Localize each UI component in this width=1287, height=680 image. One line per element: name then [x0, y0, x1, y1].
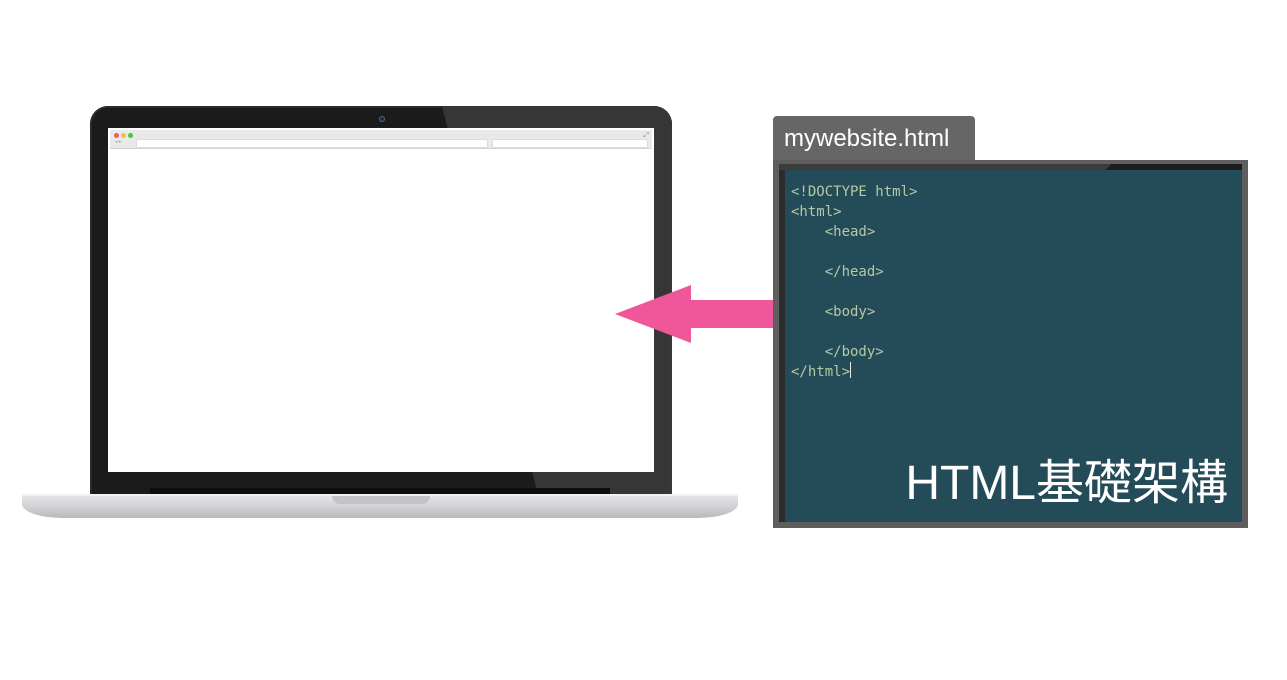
file-tab[interactable]: mywebsite.html — [773, 116, 975, 162]
laptop-lid: ◂ ▸ ⤢ — [90, 106, 672, 498]
minimize-window-icon[interactable] — [121, 133, 126, 138]
code-line: <body> — [791, 304, 876, 320]
code-line: </head> — [791, 264, 884, 280]
browser-toolbar: ◂ ▸ ⤢ — [110, 130, 652, 149]
code-line: </html> — [791, 362, 852, 380]
code-line: <!DOCTYPE html> — [791, 184, 918, 200]
address-bar[interactable] — [136, 139, 488, 148]
file-name-label: mywebsite.html — [784, 125, 950, 152]
back-forward-icon[interactable]: ◂ ▸ — [115, 140, 133, 145]
code-block: <!DOCTYPE html> <html> <head> </head> <bo… — [791, 182, 917, 382]
laptop-icon: ◂ ▸ ⤢ — [0, 0, 760, 540]
arrow-shape — [615, 285, 777, 343]
maximize-window-icon[interactable] — [128, 133, 133, 138]
text-caret — [850, 362, 852, 378]
code-line: <head> — [791, 224, 876, 240]
arrow-left-icon — [615, 285, 777, 343]
fullscreen-icon[interactable]: ⤢ — [643, 131, 649, 140]
code-editor: <!DOCTYPE html> <html> <head> </head> <bo… — [773, 160, 1248, 528]
laptop-screen: ◂ ▸ ⤢ — [108, 128, 654, 472]
illustration-canvas: ◂ ▸ ⤢ mywebsite.html <!DOCTYPE html> <htm… — [0, 0, 1287, 680]
editor-caption: HTML基礎架構 — [905, 457, 1228, 510]
code-area[interactable]: <!DOCTYPE html> <html> <head> </head> <bo… — [779, 170, 1242, 522]
code-line: </body> — [791, 344, 884, 360]
close-window-icon[interactable] — [114, 133, 119, 138]
code-line: <html> — [791, 204, 842, 220]
laptop-notch — [332, 496, 430, 504]
browser-search-bar[interactable] — [492, 139, 648, 148]
camera-icon — [379, 116, 385, 122]
